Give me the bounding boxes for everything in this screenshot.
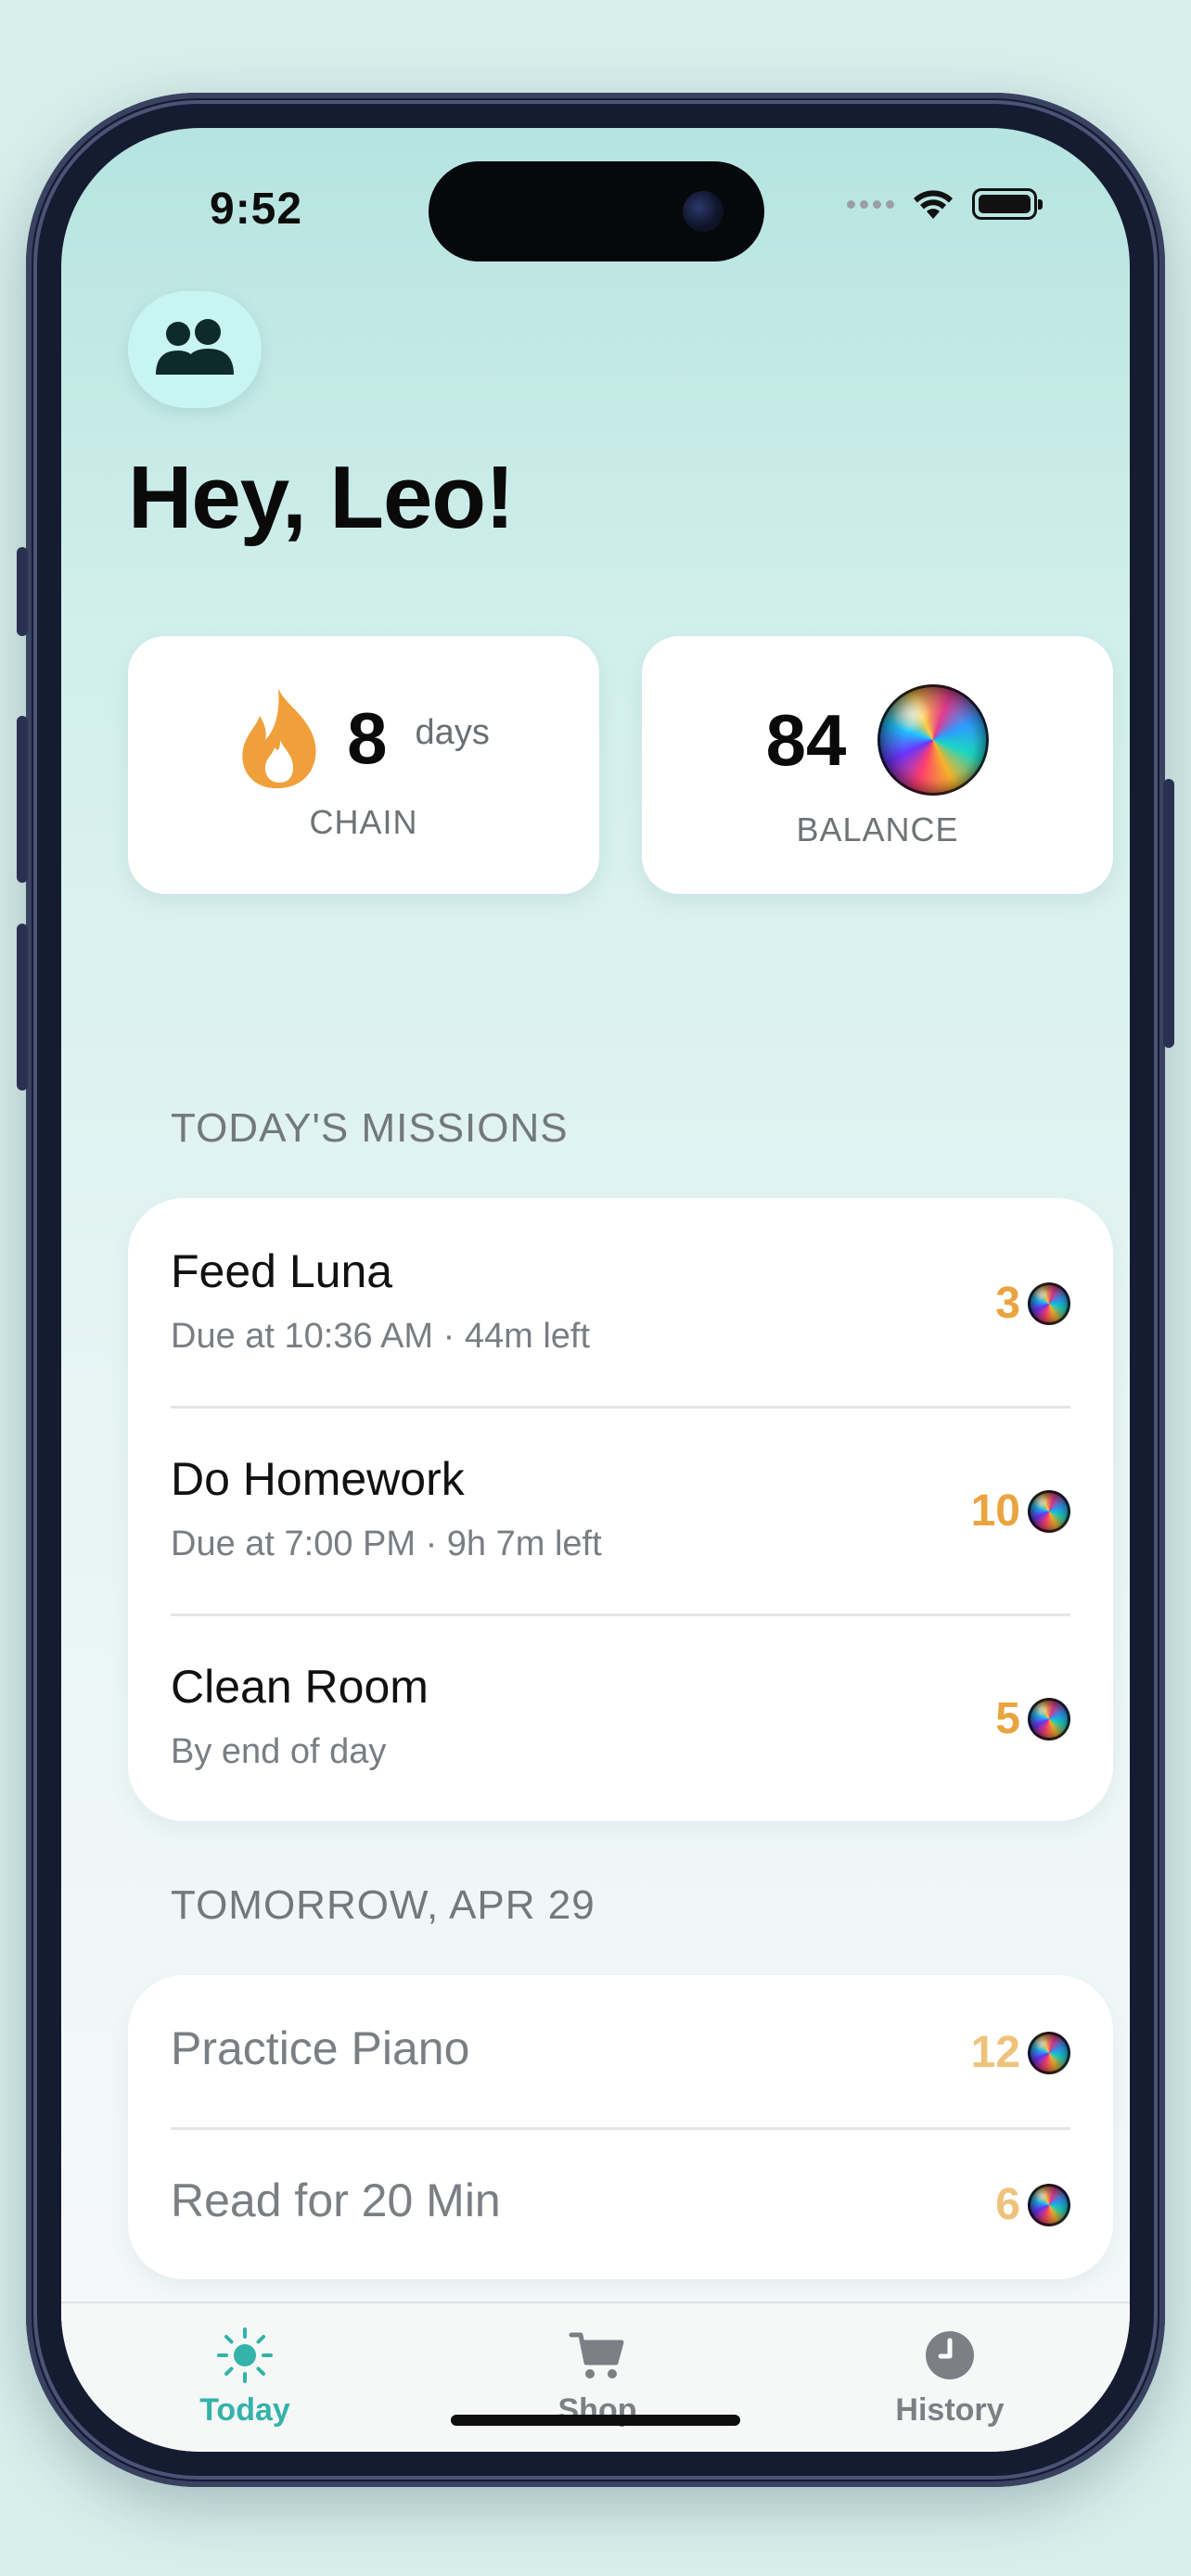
today-section-title: TODAY'S MISSIONS xyxy=(171,1105,569,1151)
status-indicators xyxy=(847,187,1043,221)
clock-icon xyxy=(926,2331,974,2379)
home-indicator[interactable] xyxy=(451,2415,740,2426)
cart-icon xyxy=(569,2332,624,2378)
mission-due: By end of day xyxy=(171,1732,387,1771)
mission-title: Clean Room xyxy=(171,1661,429,1713)
signal-dots-icon xyxy=(847,199,894,209)
battery-icon xyxy=(972,188,1043,220)
mission-due: Due at 10:36 AM · 44m left xyxy=(171,1317,591,1356)
balance-card[interactable]: 84 BALANCE xyxy=(642,636,1113,894)
reward-value: 6 xyxy=(995,2180,1020,2229)
reward-value: 10 xyxy=(970,1486,1020,1536)
mission-reward: 6 xyxy=(995,2179,1070,2230)
mission-item[interactable]: Do Homework Due at 7:00 PM · 9h 7m left … xyxy=(128,1406,1113,1613)
tomorrow-section-title: TOMORROW, APR 29 xyxy=(171,1882,596,1928)
mission-reward: 12 xyxy=(971,2027,1070,2078)
orb-coin-icon xyxy=(1028,1489,1070,1533)
orb-coin-icon xyxy=(1028,2031,1070,2074)
app-screen: 9:52 Hey, Leo! 8 days CHAIN 84 BALANCE T… xyxy=(61,128,1130,2452)
reward-value: 12 xyxy=(970,2028,1020,2077)
chain-unit: days xyxy=(415,712,490,752)
wifi-icon xyxy=(914,190,953,219)
action-button xyxy=(17,547,28,636)
tab-bar: Today Shop History xyxy=(61,2302,1130,2452)
power-button xyxy=(1163,779,1174,1048)
mission-reward: 3 xyxy=(995,1278,1070,1329)
greeting-title: Hey, Leo! xyxy=(128,448,515,547)
orb-coin-icon xyxy=(1028,1697,1070,1741)
mission-due: Due at 7:00 PM · 9h 7m left xyxy=(171,1524,602,1563)
mission-item[interactable]: Feed Luna Due at 10:36 AM · 44m left 3 xyxy=(128,1198,1113,1406)
mission-item[interactable]: Clean Room By end of day 5 xyxy=(128,1613,1113,1821)
sun-icon xyxy=(217,2327,273,2383)
reward-value: 5 xyxy=(995,1694,1020,1743)
family-button[interactable] xyxy=(128,291,262,408)
mission-reward: 5 xyxy=(995,1693,1070,1744)
volume-down-button xyxy=(17,924,28,1090)
mission-title: Do Homework xyxy=(171,1453,465,1505)
status-time: 9:52 xyxy=(210,185,303,234)
balance-value: 84 xyxy=(765,698,847,781)
phone-frame: 9:52 Hey, Leo! 8 days CHAIN 84 BALANCE T… xyxy=(17,93,1174,2487)
orb-coin-icon xyxy=(1028,2183,1070,2226)
mission-reward: 10 xyxy=(971,1486,1070,1537)
balance-label: BALANCE xyxy=(796,810,959,848)
tab-shop[interactable]: Shop xyxy=(486,2326,709,2429)
today-missions-list: Feed Luna Due at 10:36 AM · 44m left 3 D… xyxy=(128,1198,1113,1821)
mission-item[interactable]: Read for 20 Min 6 xyxy=(128,2127,1113,2279)
mission-item[interactable]: Practice Piano 12 xyxy=(128,1975,1113,2127)
camera-icon xyxy=(683,191,724,232)
tab-today[interactable]: Today xyxy=(134,2326,356,2429)
mission-title: Read for 20 Min xyxy=(171,2174,501,2226)
orb-coin-icon xyxy=(877,684,990,796)
tomorrow-missions-list: Practice Piano 12 Read for 20 Min 6 xyxy=(128,1975,1113,2279)
volume-up-button xyxy=(17,716,28,883)
tab-label: Today xyxy=(199,2392,290,2428)
dynamic-island xyxy=(429,161,764,261)
flame-icon xyxy=(242,688,316,789)
mission-title: Feed Luna xyxy=(171,1245,393,1297)
orb-coin-icon xyxy=(1028,1282,1070,1325)
chain-value: 8 xyxy=(347,696,388,779)
reward-value: 3 xyxy=(995,1279,1020,1328)
tab-label: History xyxy=(895,2392,1005,2428)
mission-title: Practice Piano xyxy=(171,2022,470,2074)
people-icon xyxy=(156,319,234,375)
chain-card[interactable]: 8 days CHAIN xyxy=(128,636,599,894)
chain-label: CHAIN xyxy=(309,803,418,841)
tab-history[interactable]: History xyxy=(839,2326,1061,2429)
